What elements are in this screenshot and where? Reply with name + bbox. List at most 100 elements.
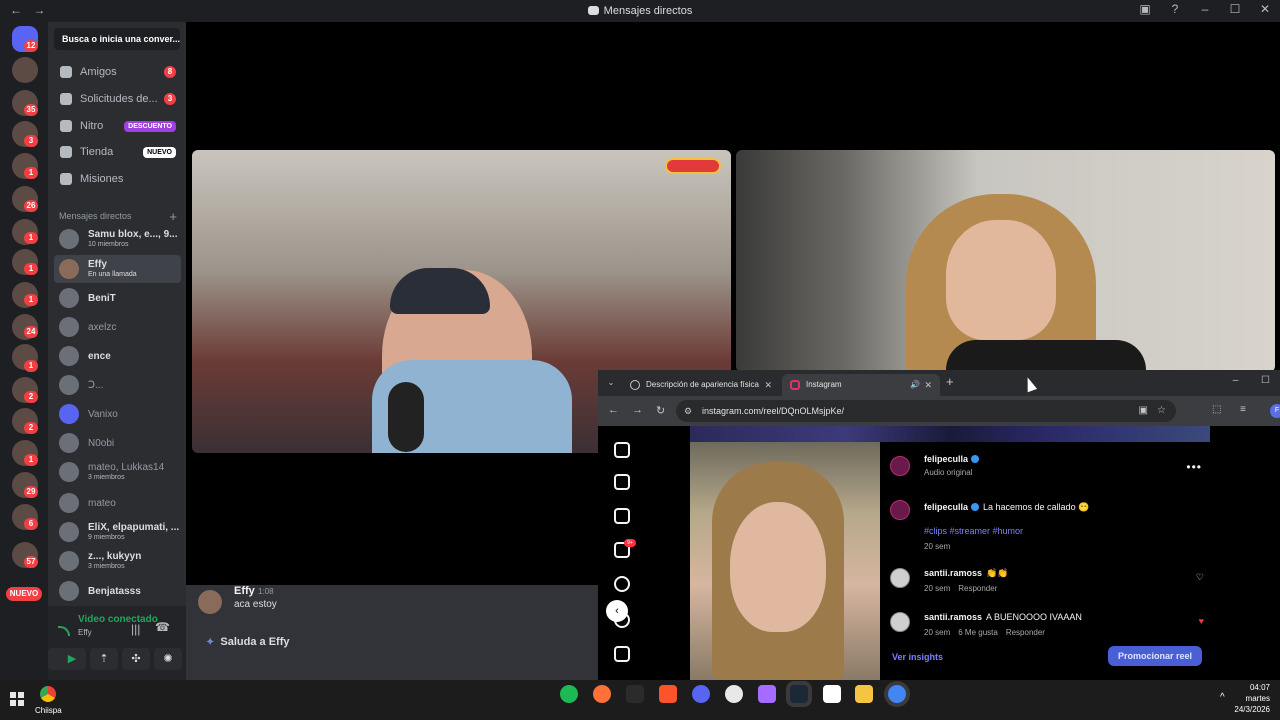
windows-start-icon[interactable] [10, 692, 24, 706]
dm-item-active[interactable]: Effy En una llamada [54, 255, 181, 283]
comment-user[interactable]: santii.ramoss [924, 568, 982, 578]
discord-taskbar-icon[interactable] [692, 685, 710, 703]
like-heart-icon[interactable]: ♡ [1196, 572, 1204, 583]
dm-item[interactable]: mateo, Lukkas14 3 miembros [54, 458, 181, 486]
previous-reels-strip[interactable] [690, 426, 1210, 442]
dm-item[interactable]: N0obi [54, 429, 181, 457]
dm-item[interactable]: Vanixo [54, 400, 181, 428]
browser-maximize-button[interactable]: ☐ [1261, 375, 1270, 386]
clock-date: 24/3/2026 [1234, 705, 1270, 714]
search-icon[interactable] [614, 576, 630, 592]
system-clock[interactable]: 04:07 martes 24/3/2026 [1234, 682, 1270, 715]
brave-icon[interactable] [659, 685, 677, 703]
video-tile-effy[interactable] [736, 150, 1275, 372]
dm-item[interactable]: mateo [54, 489, 181, 517]
soundboard-button[interactable]: ✺ [154, 648, 182, 670]
media-controls-icon[interactable]: ≡ [1240, 404, 1246, 415]
nav-quests[interactable]: Misiones [54, 166, 180, 192]
dm-item[interactable]: BeniT [54, 284, 181, 312]
server-avatar[interactable] [12, 57, 38, 83]
minimize-button[interactable]: – [1190, 2, 1220, 16]
author-name[interactable]: felipeculla [924, 454, 980, 464]
reply-link[interactable]: Responder [958, 584, 997, 593]
reels-icon[interactable] [614, 508, 630, 524]
hashtags[interactable]: #clips #streamer #humor [924, 526, 1023, 536]
site-info-icon[interactable]: ⚙ [684, 400, 692, 422]
install-app-icon[interactable]: ▣ [1139, 400, 1148, 422]
commenter-avatar[interactable] [890, 612, 910, 632]
tab-close-icon[interactable]: ✕ [924, 374, 932, 396]
comment-likes[interactable]: 6 Me gusta [958, 628, 998, 637]
bookmark-star-icon[interactable]: ☆ [1157, 400, 1166, 422]
dm-item[interactable]: Samu blox, e..., 9... 10 miembros [54, 225, 181, 253]
close-button[interactable]: ✕ [1250, 2, 1280, 16]
tab-instagram[interactable]: Instagram 🔊 ✕ [782, 374, 940, 396]
tab-description[interactable]: Descripción de apariencia física ✕ [622, 374, 780, 396]
screen-share-button[interactable]: ⇡ [90, 648, 118, 670]
epic-games-icon[interactable] [626, 685, 644, 703]
maximize-button[interactable]: ☐ [1220, 2, 1250, 16]
commenter-avatar[interactable] [890, 568, 910, 588]
author-avatar[interactable] [890, 456, 910, 476]
reload-icon[interactable]: ↻ [656, 404, 665, 417]
dm-item[interactable]: Benjatasss [54, 577, 181, 605]
capcut-icon[interactable] [823, 685, 841, 703]
wave-button[interactable]: ✦ Saluda a Effy [200, 631, 297, 653]
chrome-profile-icon[interactable] [40, 686, 56, 702]
search-input[interactable]: Busca o inicia una conver... [54, 28, 180, 50]
extensions-icon[interactable]: ⬚ [1212, 404, 1221, 415]
caption-author[interactable]: felipeculla [924, 502, 968, 512]
author-avatar[interactable] [890, 500, 910, 520]
dm-item[interactable]: EliX, elpapumati, ... 9 miembros [54, 518, 181, 546]
activities-button[interactable]: ✣ [122, 648, 150, 670]
disconnect-icon[interactable]: ☎ [155, 620, 170, 634]
steam-icon[interactable] [790, 685, 808, 703]
reply-link[interactable]: Responder [1006, 628, 1045, 637]
create-dm-plus-icon[interactable]: + [169, 209, 177, 224]
message-author[interactable]: Effy [234, 585, 255, 597]
dm-item[interactable]: ence [54, 342, 181, 370]
firefox-icon[interactable] [593, 685, 611, 703]
promote-reel-button[interactable]: Promocionar reel [1107, 646, 1202, 666]
instagram-logo-icon[interactable] [614, 442, 630, 458]
tab-search-icon[interactable]: ⌄ [604, 376, 618, 390]
comment-time: 20 sem [924, 584, 951, 593]
previous-reel-button[interactable]: ‹ [606, 600, 628, 622]
url-input[interactable]: ⚙ instagram.com/reel/DQnOLMsjpKe/ ▣ ☆ [676, 400, 1176, 422]
camera-toggle-button[interactable]: ▶ [58, 648, 86, 670]
browser-minimize-button[interactable]: – [1233, 375, 1239, 386]
dm-item[interactable]: axelzc [54, 313, 181, 341]
copilot-icon[interactable] [758, 685, 776, 703]
noise-suppression-icon[interactable]: ||| [131, 622, 140, 636]
audio-label[interactable]: Audio original [924, 468, 972, 477]
help-icon[interactable]: ? [1160, 2, 1190, 16]
comment-user[interactable]: santii.ramoss [924, 612, 982, 622]
dm-item[interactable]: Ↄ... [54, 371, 181, 399]
obs-icon[interactable] [725, 685, 743, 703]
avatar[interactable] [198, 590, 222, 614]
nav-nitro[interactable]: Nitro DESCUENTO [54, 113, 180, 139]
new-badge[interactable]: NUEVO [6, 587, 42, 601]
back-icon[interactable]: ← [608, 404, 619, 416]
audio-playing-icon[interactable]: 🔊 [910, 374, 920, 396]
nav-shop[interactable]: Tienda NUEVO [54, 139, 180, 165]
dm-item[interactable]: z..., kukyyn 3 miembros [54, 547, 181, 575]
tab-close-icon[interactable]: ✕ [764, 374, 772, 396]
show-hidden-icons-chevron-icon[interactable]: ^ [1220, 692, 1225, 703]
forward-icon[interactable]: → [632, 404, 643, 416]
reel-video[interactable] [690, 442, 880, 680]
nav-message-requests[interactable]: Solicitudes de... 3 [54, 86, 180, 112]
home-icon[interactable] [614, 474, 630, 490]
new-tab-plus-icon[interactable]: + [946, 374, 954, 389]
notifications-heart-icon[interactable] [614, 646, 630, 662]
voice-status[interactable]: Video conectado [78, 614, 158, 625]
chrome-taskbar-icon[interactable] [888, 685, 906, 703]
view-insights-link[interactable]: Ver insights [892, 652, 943, 662]
inbox-icon[interactable]: ▣ [1130, 2, 1160, 16]
nav-friends[interactable]: Amigos 8 [54, 59, 180, 85]
file-explorer-icon[interactable] [855, 685, 873, 703]
spotify-icon[interactable] [560, 685, 578, 703]
more-options-icon[interactable]: ••• [1186, 460, 1202, 474]
liked-heart-icon[interactable]: ♥ [1199, 616, 1204, 626]
profile-avatar[interactable]: F [1270, 404, 1280, 418]
